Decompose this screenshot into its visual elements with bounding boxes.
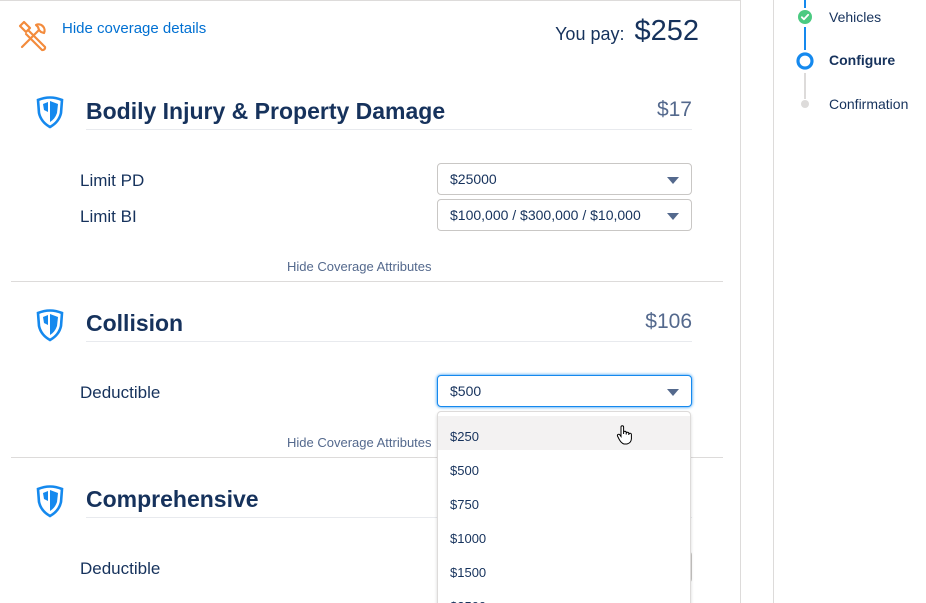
chevron-down-icon: [667, 213, 679, 220]
limit-pd-label: Limit PD: [80, 171, 145, 190]
you-pay-amount: $252: [634, 15, 699, 47]
coverage-panel: Hide coverage details You pay: $252 Bodi…: [0, 0, 740, 603]
limit-bi-select[interactable]: $100,000 / $300,000 / $10,000: [437, 199, 692, 231]
collision-deductible-select[interactable]: $500: [437, 375, 692, 407]
collision-deductible-value: $500: [450, 383, 482, 399]
limit-pd-value: $25000: [450, 171, 497, 187]
title-underline: [86, 129, 692, 130]
limit-bi-value: $100,000 / $300,000 / $10,000: [450, 207, 641, 223]
hand-cursor-icon: [616, 425, 632, 445]
you-pay-total: You pay: $252: [555, 15, 699, 48]
coverage-price: $106: [645, 310, 692, 333]
chevron-down-icon: [667, 389, 679, 396]
dropdown-option-2500[interactable]: $2500: [438, 586, 690, 603]
step-connector: [804, 27, 806, 50]
dropdown-option-1000[interactable]: $1000: [438, 518, 690, 552]
step-connector: [804, 73, 806, 99]
limit-bi-label: Limit BI: [80, 207, 137, 226]
check-circle-icon: [798, 10, 812, 24]
step-connector: [804, 0, 806, 8]
shield-icon: [36, 309, 64, 342]
coverage-header: Hide coverage details You pay: $252: [0, 1, 740, 61]
coverage-price: $17: [656, 98, 692, 121]
step-configure[interactable]: Configure: [829, 52, 895, 68]
section-divider: [11, 281, 723, 282]
progress-rail: Vehicles Configure Confirmation: [740, 0, 926, 603]
deductible-label: Deductible: [80, 559, 161, 578]
coverage-title: Comprehensive: [86, 486, 259, 512]
current-step-icon: [796, 52, 814, 70]
tools-icon: [18, 20, 47, 52]
dropdown-option-250[interactable]: $250: [438, 416, 690, 450]
shield-icon: [36, 485, 64, 518]
dropdown-option-750[interactable]: $750: [438, 484, 690, 518]
shield-icon: [36, 96, 64, 129]
coverage-title: Bodily Injury & Property Damage: [86, 98, 446, 124]
step-confirmation[interactable]: Confirmation: [829, 96, 908, 112]
hide-coverage-attributes-link[interactable]: Hide Coverage Attributes: [287, 435, 432, 450]
deductible-label: Deductible: [80, 383, 161, 402]
title-underline: [86, 341, 692, 342]
upcoming-step-dot-icon: [801, 100, 809, 108]
dropdown-option-500[interactable]: $500: [438, 450, 690, 484]
deductible-dropdown-listbox: $250 $500 $750 $1000 $1500 $2500: [437, 411, 691, 603]
you-pay-label: You pay:: [555, 24, 625, 44]
hide-coverage-attributes-link[interactable]: Hide Coverage Attributes: [287, 259, 432, 274]
dropdown-option-1500[interactable]: $1500: [438, 552, 690, 586]
hide-coverage-details-link[interactable]: Hide coverage details: [62, 20, 206, 37]
coverage-title: Collision: [86, 310, 184, 336]
rail-divider: [773, 0, 774, 603]
step-vehicles[interactable]: Vehicles: [829, 9, 881, 25]
chevron-down-icon: [667, 177, 679, 184]
limit-pd-select[interactable]: $25000: [437, 163, 692, 195]
